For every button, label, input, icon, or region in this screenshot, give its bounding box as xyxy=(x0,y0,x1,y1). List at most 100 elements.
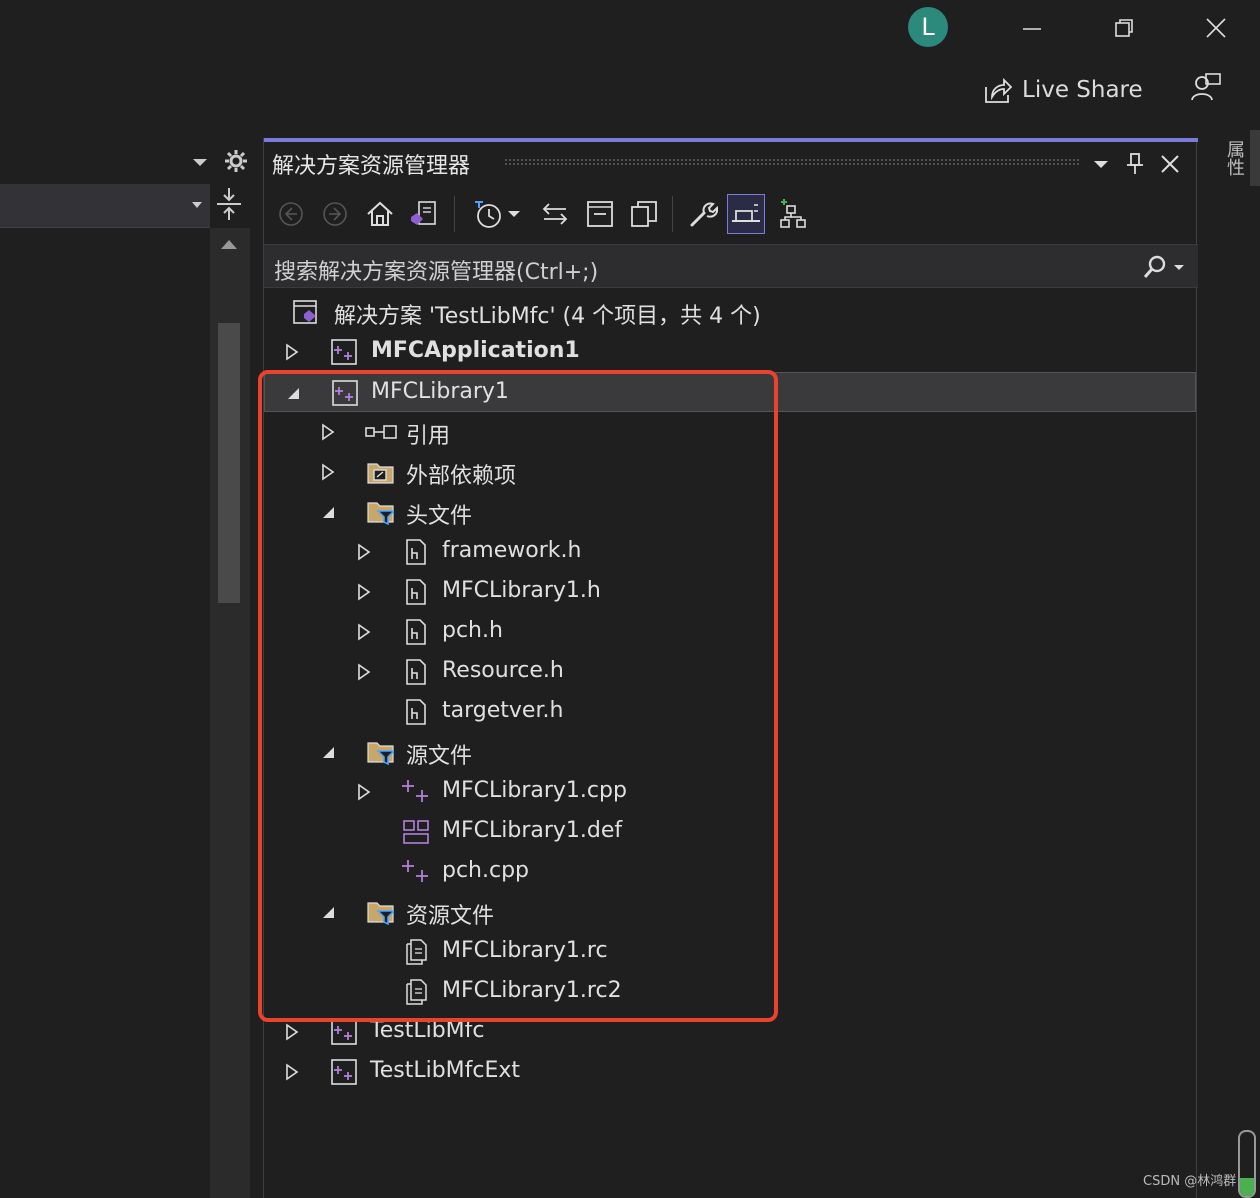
tree-item-label: TestLibMfcExt xyxy=(370,1058,521,1083)
tree-item-solution[interactable]: 解决方案 'TestLibMfc' (4 个项目，共 4 个) xyxy=(264,292,1196,332)
tree-item-label: MFCLibrary1.def xyxy=(442,818,623,843)
pending-changes-filter-button[interactable] xyxy=(468,194,506,234)
tree-item-file[interactable]: MFCLibrary1.rc xyxy=(264,932,1196,972)
tree-item-project-mfclibrary1[interactable]: MFCLibrary1 xyxy=(264,372,1196,412)
expand-arrow-icon[interactable] xyxy=(318,422,338,442)
tree-item-file[interactable]: pch.h xyxy=(264,612,1196,652)
filter-folder-icon xyxy=(366,498,394,526)
expand-arrow-icon[interactable] xyxy=(354,782,374,802)
expand-arrow-icon[interactable] xyxy=(282,1022,302,1042)
preview-selected-items-button[interactable] xyxy=(727,194,765,234)
chevron-down-icon xyxy=(192,202,202,208)
collapse-all-icon xyxy=(587,201,613,227)
expand-arrow-icon[interactable] xyxy=(354,542,374,562)
tree-item-label: TestLibMfc xyxy=(370,1018,485,1043)
split-view-button[interactable] xyxy=(214,186,244,222)
tree-item-external-dependencies[interactable]: 外部依赖项 xyxy=(264,452,1196,492)
cpp-file-icon xyxy=(400,778,428,806)
tree-item-project-mfcapplication1[interactable]: MFCApplication1 xyxy=(264,332,1196,372)
right-scrollbar[interactable] xyxy=(1250,130,1260,186)
collapse-arrow-icon[interactable] xyxy=(318,742,338,762)
user-avatar[interactable]: L xyxy=(908,7,948,47)
filter-folder-icon xyxy=(366,738,394,766)
tree-item-project-testlibmfcext[interactable]: TestLibMfcExt xyxy=(264,1052,1196,1092)
pin-icon xyxy=(1127,153,1143,174)
properties-button[interactable] xyxy=(684,194,722,234)
tree-item-file[interactable]: Resource.h xyxy=(264,652,1196,692)
toolbar-separator xyxy=(454,196,455,232)
expand-arrow-icon[interactable] xyxy=(282,342,302,362)
drag-grip[interactable] xyxy=(504,158,1079,166)
search-solution-explorer-input[interactable]: 搜索解决方案资源管理器(Ctrl+;) xyxy=(264,244,1198,288)
tree-item-label: framework.h xyxy=(442,538,582,563)
copy-pages-icon xyxy=(631,201,657,227)
tree-item-label: pch.h xyxy=(442,618,503,643)
scroll-up-icon[interactable] xyxy=(221,240,237,249)
expand-arrow-icon[interactable] xyxy=(282,1062,302,1082)
back-button[interactable] xyxy=(272,194,310,234)
tree-item-label: MFCLibrary1.rc xyxy=(442,938,608,963)
tree-item-label: MFCLibrary1 xyxy=(371,379,509,404)
tree-item-label: 源文件 xyxy=(406,744,473,769)
sync-with-active-document-button[interactable] xyxy=(536,194,574,234)
gear-icon[interactable] xyxy=(224,149,248,173)
tree-item-file[interactable]: targetver.h xyxy=(264,692,1196,732)
expand-arrow-icon[interactable] xyxy=(354,582,374,602)
tree-item-project-testlibmfc[interactable]: TestLibMfc xyxy=(264,1012,1196,1052)
tree-item-source-files[interactable]: 源文件 xyxy=(264,732,1196,772)
filter-dropdown-button[interactable] xyxy=(504,194,524,234)
collapse-all-button[interactable] xyxy=(581,194,619,234)
tree-item-resource-files[interactable]: 资源文件 xyxy=(264,892,1196,932)
chevron-down-icon xyxy=(1094,161,1108,168)
expand-arrow-icon[interactable] xyxy=(318,462,338,482)
cpp-project-icon xyxy=(330,338,358,366)
tree-item-label: 资源文件 xyxy=(406,904,495,929)
class-view-button[interactable] xyxy=(774,194,812,234)
properties-tab[interactable]: 属性 xyxy=(1216,140,1245,176)
left-panel-dropdown[interactable] xyxy=(0,184,210,228)
right-tab-strip: 属性 xyxy=(1204,130,1260,1198)
tree-item-file[interactable]: MFCLibrary1.rc2 xyxy=(264,972,1196,1012)
close-panel-button[interactable] xyxy=(1156,150,1184,178)
tree-item-file[interactable]: pch.cpp xyxy=(264,852,1196,892)
live-share-button[interactable]: Live Share xyxy=(982,72,1143,108)
resource-file-icon xyxy=(402,938,430,966)
tree-item-references[interactable]: 引用 xyxy=(264,412,1196,452)
chevron-down-icon[interactable] xyxy=(190,152,210,172)
left-panel-scrollbar[interactable] xyxy=(210,228,250,1198)
explorer-toolbar xyxy=(264,190,1198,240)
search-icon[interactable] xyxy=(1136,253,1190,281)
tree-item-label: pch.cpp xyxy=(442,858,530,883)
active-panel-indicator xyxy=(264,138,1198,142)
back-arrow-icon xyxy=(279,202,303,226)
tree-item-file[interactable]: framework.h xyxy=(264,532,1196,572)
scrollbar-thumb[interactable] xyxy=(218,323,240,603)
tree-item-file[interactable]: MFCLibrary1.cpp xyxy=(264,772,1196,812)
tree-item-file[interactable]: MFCLibrary1.h xyxy=(264,572,1196,612)
minimize-button[interactable] xyxy=(1012,10,1052,46)
switch-views-button[interactable] xyxy=(406,194,444,234)
collapse-arrow-icon[interactable] xyxy=(318,502,338,522)
show-all-files-button[interactable] xyxy=(625,194,663,234)
clock-filter-icon xyxy=(475,201,501,228)
forward-arrow-icon xyxy=(323,202,347,226)
close-window-button[interactable] xyxy=(1196,10,1236,46)
close-icon xyxy=(1161,155,1179,173)
tree-item-file[interactable]: MFCLibrary1.def xyxy=(264,812,1196,852)
tree-item-header-files[interactable]: 头文件 xyxy=(264,492,1196,532)
expand-arrow-icon[interactable] xyxy=(354,662,374,682)
restore-button[interactable] xyxy=(1104,10,1144,46)
def-file-icon xyxy=(402,818,430,846)
collapse-arrow-icon[interactable] xyxy=(318,902,338,922)
header-file-icon xyxy=(402,618,430,646)
pin-button[interactable] xyxy=(1121,150,1149,178)
forward-button[interactable] xyxy=(316,194,354,234)
wrench-icon xyxy=(690,202,718,227)
tree-item-label: MFCLibrary1.rc2 xyxy=(442,978,622,1003)
left-panel-header xyxy=(0,140,256,182)
feedback-button[interactable] xyxy=(1188,70,1224,106)
collapse-arrow-icon[interactable] xyxy=(283,383,303,403)
expand-arrow-icon[interactable] xyxy=(354,622,374,642)
home-button[interactable] xyxy=(361,194,399,234)
panel-options-button[interactable] xyxy=(1087,150,1115,178)
